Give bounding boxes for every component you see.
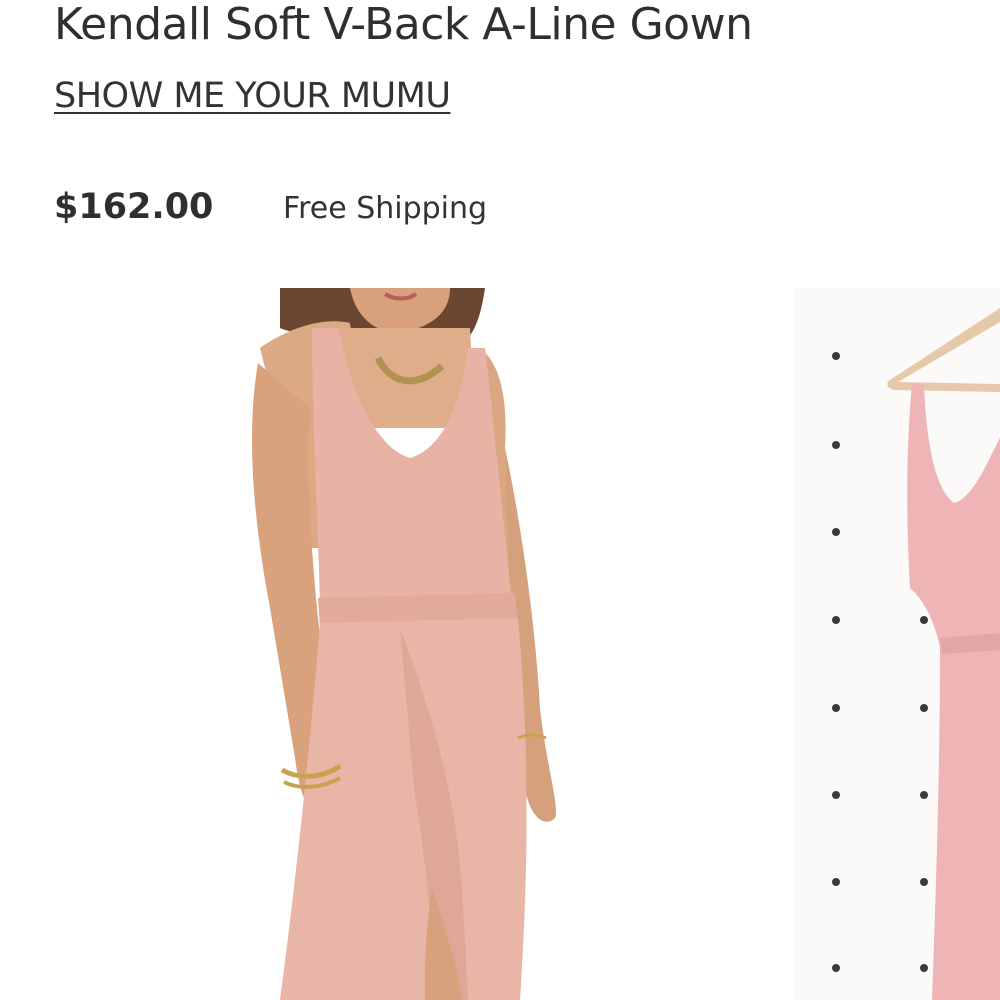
product-title: Kendall Soft V-Back A-Line Gown [54,0,753,50]
shipping-info: Free Shipping [283,191,488,226]
product-image-model[interactable] [200,288,620,1000]
brand-link[interactable]: SHOW ME YOUR MUMU [54,73,451,119]
product-image-hanger[interactable] [794,288,1000,1000]
dress-skirt-shape [280,618,527,1000]
hanger-photo [794,288,1000,1000]
product-image-gallery [0,288,1000,1000]
model-photo [251,288,557,1000]
product-price: $162.00 [54,187,214,227]
